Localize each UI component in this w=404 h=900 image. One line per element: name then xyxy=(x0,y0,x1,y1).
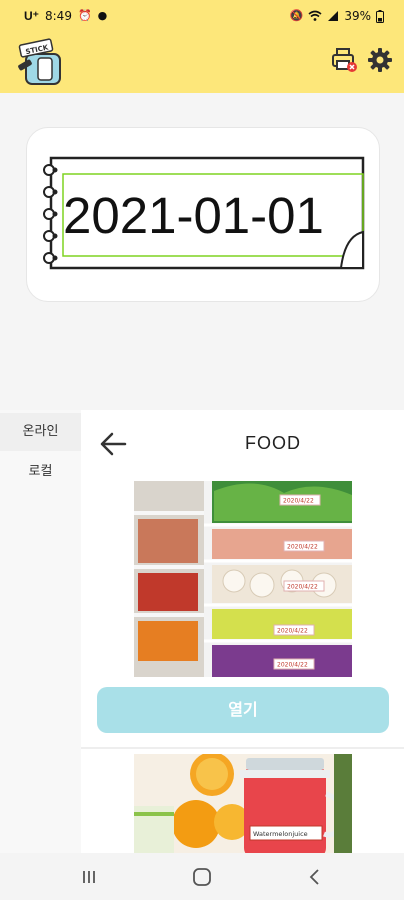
app-logo: STICK xyxy=(18,38,61,85)
battery-percent: 39% xyxy=(344,9,371,23)
recent-apps-icon[interactable] xyxy=(78,866,100,888)
settings-gear-icon[interactable] xyxy=(366,46,394,74)
printer-disconnected-icon[interactable] xyxy=(330,46,358,74)
home-icon[interactable] xyxy=(191,866,213,888)
photo-tag-2: 2020/4/22 xyxy=(287,544,318,551)
drink-template-image[interactable]: Watermelonjuice xyxy=(134,754,352,853)
jar-label-text: Watermelonjuice xyxy=(253,830,308,838)
mute-icon: 🔕 xyxy=(289,9,304,22)
tab-online[interactable]: 온라인 xyxy=(0,413,81,451)
divider xyxy=(81,747,404,749)
back-arrow-icon[interactable] xyxy=(98,430,128,458)
label-preview-card[interactable]: 2021-01-01 xyxy=(26,127,380,302)
system-nav-bar xyxy=(0,853,404,900)
status-bar: U⁺ 8:49 ⏰ ● 🔕 39% xyxy=(0,0,404,34)
carrier-label: U⁺ xyxy=(24,9,39,23)
wifi-icon xyxy=(308,10,322,21)
photo-tag-5: 2020/4/22 xyxy=(277,662,308,669)
chat-icon: ● xyxy=(97,9,108,22)
photo-tag-3: 2020/4/22 xyxy=(287,584,318,591)
alarm-icon: ⏰ xyxy=(77,9,92,22)
template-sheet: 온라인 로컬 FOOD 2020/4/22 2020/4/22 2020/4/2… xyxy=(0,410,404,853)
signal-icon xyxy=(328,11,339,21)
open-button[interactable]: 열기 xyxy=(97,687,389,733)
food-template-image[interactable]: 2020/4/22 2020/4/22 2020/4/22 2020/4/22 … xyxy=(134,481,352,677)
clock: 8:49 xyxy=(45,9,72,23)
photo-tag-1: 2020/4/22 xyxy=(283,498,314,505)
nav-back-icon[interactable] xyxy=(304,866,326,888)
label-date-text: 2021-01-01 xyxy=(63,187,324,244)
category-title: FOOD xyxy=(245,433,301,453)
battery-icon xyxy=(376,9,384,23)
tab-local[interactable]: 로컬 xyxy=(0,453,81,491)
photo-tag-4: 2020/4/22 xyxy=(277,628,308,635)
app-header: U⁺ 8:49 ⏰ ● 🔕 39% STICK xyxy=(0,0,404,93)
